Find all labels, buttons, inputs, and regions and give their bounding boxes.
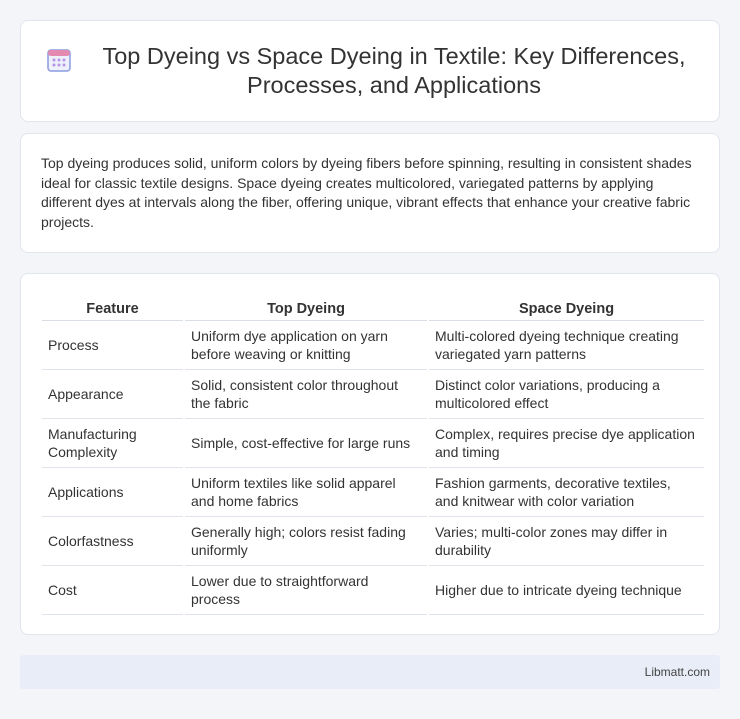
title-wrap: Top Dyeing vs Space Dyeing in Textile: K… [46,42,694,100]
page-title: Top Dyeing vs Space Dyeing in Textile: K… [102,43,686,98]
comparison-table: Feature Top Dyeing Space Dyeing Process … [40,294,706,615]
table-row: Cost Lower due to straightforward proces… [42,566,704,615]
table-row: Colorfastness Generally high; colors res… [42,517,704,566]
comparison-table-card: Feature Top Dyeing Space Dyeing Process … [20,273,720,635]
top-dyeing-cell: Lower due to straightforward process [185,566,427,615]
header-space-dyeing: Space Dyeing [429,294,704,321]
header-feature: Feature [42,294,183,321]
feature-cell: Appearance [42,370,183,419]
space-dyeing-cell: Multi-colored dyeing technique creating … [429,321,704,370]
intro-paragraph: Top dyeing produces solid, uniform color… [41,155,692,230]
footer-site-link[interactable]: Libmatt.com [645,665,710,679]
feature-cell: Applications [42,468,183,517]
intro-card: Top dyeing produces solid, uniform color… [20,133,720,253]
space-dyeing-cell: Complex, requires precise dye applicatio… [429,419,704,468]
top-dyeing-cell: Generally high; colors resist fading uni… [185,517,427,566]
feature-cell: Manufacturing Complexity [42,419,183,468]
space-dyeing-cell: Fashion garments, decorative textiles, a… [429,468,704,517]
title-card: Top Dyeing vs Space Dyeing in Textile: K… [20,20,720,122]
calendar-icon [47,49,71,72]
space-dyeing-cell: Higher due to intricate dyeing technique [429,566,704,615]
top-dyeing-cell: Simple, cost-effective for large runs [185,419,427,468]
table-row: Process Uniform dye application on yarn … [42,321,704,370]
top-dyeing-cell: Uniform dye application on yarn before w… [185,321,427,370]
feature-cell: Colorfastness [42,517,183,566]
top-dyeing-cell: Uniform textiles like solid apparel and … [185,468,427,517]
top-dyeing-cell: Solid, consistent color throughout the f… [185,370,427,419]
space-dyeing-cell: Varies; multi-color zones may differ in … [429,517,704,566]
table-row: Applications Uniform textiles like solid… [42,468,704,517]
footer: Libmatt.com [20,655,720,689]
table-row: Appearance Solid, consistent color throu… [42,370,704,419]
table-header-row: Feature Top Dyeing Space Dyeing [42,294,704,321]
header-top-dyeing: Top Dyeing [185,294,427,321]
space-dyeing-cell: Distinct color variations, producing a m… [429,370,704,419]
table-row: Manufacturing Complexity Simple, cost-ef… [42,419,704,468]
feature-cell: Cost [42,566,183,615]
feature-cell: Process [42,321,183,370]
